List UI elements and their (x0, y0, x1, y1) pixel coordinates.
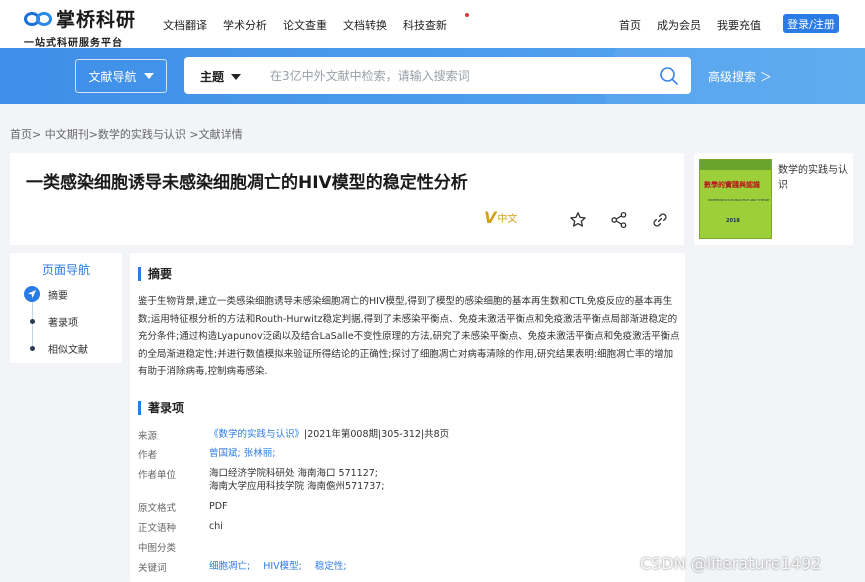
page-nav-item-abstract[interactable]: 摘要 (24, 286, 68, 302)
share-icon[interactable] (610, 211, 628, 229)
recharge-link[interactable]: 我要充值 (717, 17, 761, 33)
meta-value: PDF (209, 501, 228, 512)
nav-active-icon (24, 286, 40, 302)
cover-subtitle: MATHEMATICS IN PRACTICE AND THEORY (708, 198, 770, 202)
brand-slogan: 一站式科研服务平台 (24, 38, 123, 49)
meta-keyword-row: 关键词 细胞凋亡; HIV模型; 稳定性; (138, 560, 357, 574)
cover-band (700, 160, 771, 170)
meta-lang-row: 正文语种 chi (138, 520, 223, 534)
article-title: 一类感染细胞诱导未感染细胞凋亡的HIV模型的稳定性分析 (26, 173, 468, 193)
doc-nav-dropdown[interactable]: 文献导航 (75, 59, 167, 93)
member-link[interactable]: 成为会员 (657, 17, 701, 33)
nav-doc-convert[interactable]: 文档转换 (343, 17, 387, 33)
search-input[interactable] (270, 65, 640, 87)
journal-cover-image[interactable]: 數學的實踐與認識 MATHEMATICS IN PRACTICE AND THE… (699, 159, 772, 239)
cover-title: 數學的實踐與認識 (704, 180, 760, 189)
nav-doc-translate[interactable]: 文档翻译 (163, 17, 207, 33)
search-scope-label: 主题 (200, 70, 225, 84)
meta-author-row: 作者 曾国斌; 张林丽; (138, 447, 275, 461)
journal-card[interactable]: 數學的實踐與認識 MATHEMATICS IN PRACTICE AND THE… (694, 153, 853, 245)
meta-format-row: 原文格式 PDF (138, 500, 228, 514)
cover-year: 2018 (726, 218, 740, 224)
breadcrumb[interactable]: 首页> 中文期刊>数学的实践与认识 >文献详情 (10, 126, 243, 142)
keyword-link[interactable]: 稳定性; (315, 561, 347, 572)
meta-clc-row: 中图分类 (138, 540, 209, 554)
meta-key: 关键词 (138, 563, 167, 574)
link-icon[interactable] (651, 211, 669, 229)
logo-infinity-icon (24, 10, 54, 28)
page-nav-item-record[interactable]: 著录项 (24, 313, 78, 329)
journal-name[interactable]: 数学的实践与认识 (778, 163, 848, 193)
meta-key: 来源 (138, 431, 158, 442)
doc-nav-label: 文献导航 (88, 69, 137, 84)
meta-key: 中图分类 (138, 543, 177, 554)
v-logo-icon: V (484, 208, 497, 227)
meta-value: chi (209, 521, 223, 532)
search-icon[interactable] (659, 66, 679, 86)
article-header-card: 一类感染细胞诱导未感染细胞凋亡的HIV模型的稳定性分析 V 中文 (10, 153, 684, 245)
star-icon[interactable] (569, 211, 587, 229)
caret-down-icon (143, 73, 154, 79)
meta-value: 海口经济学院科研处 海南海口 571127; 海南大学应用科技学院 海南儋州57… (209, 467, 385, 493)
language-label: 中文 (497, 214, 518, 225)
record-heading: 著录项 (138, 399, 184, 416)
meta-key: 作者 (138, 450, 158, 461)
login-button[interactable]: 登录/注册 (783, 14, 839, 33)
brand-name: 掌桥科研 (56, 9, 137, 31)
search-scope-dropdown[interactable]: 主题 (200, 68, 242, 85)
advanced-search-link[interactable]: 高级搜索 ＞ (708, 68, 772, 85)
meta-source-row: 来源 《数学的实践与认识》|2021年第008期|305-312|共8页 (138, 428, 449, 442)
nav-novelty-search-label: 科技查新 (403, 19, 447, 32)
new-dot-icon (465, 13, 469, 17)
meta-value: 《数学的实践与认识》|2021年第008期|305-312|共8页 (209, 428, 449, 442)
page-nav-item-label: 著录项 (48, 317, 78, 329)
search-banner: 文献导航 主题 高级搜索 ＞ (0, 48, 865, 104)
caret-down-icon (231, 73, 242, 80)
page-nav-title: 页面导航 (41, 263, 90, 277)
nav-novelty-search[interactable]: 科技查新 (403, 13, 469, 33)
navigation-arrow-icon (28, 290, 36, 298)
site-logo[interactable]: 掌桥科研 一站式科研服务平台 (24, 5, 136, 49)
nav-dot-icon (24, 313, 40, 329)
author-links[interactable]: 曾国斌; 张林丽; (209, 447, 275, 461)
nav-plagiarism-check[interactable]: 论文查重 (283, 17, 327, 33)
abstract-heading: 摘要 (138, 265, 172, 282)
keyword-list: 细胞凋亡; HIV模型; 稳定性; (209, 560, 357, 574)
main-content: 摘要 鉴于生物背景,建立一类感染细胞诱导未感染细胞凋亡的HIV模型,得到了模型的… (130, 253, 685, 582)
author-unit-2: 海南大学应用科技学院 海南儋州571737; (209, 481, 385, 492)
top-right-links: 首页 成为会员 我要充值 (603, 17, 761, 33)
search-bar: 主题 (184, 57, 691, 94)
site-header: 掌桥科研 一站式科研服务平台 文档翻译 学术分析 论文查重 文档转换 科技查新 … (0, 0, 865, 49)
watermark: CSDN @literature1492 (640, 554, 822, 573)
page-nav-item-similar[interactable]: 相似文献 (24, 340, 88, 356)
keyword-link[interactable]: 细胞凋亡; (209, 561, 250, 572)
nav-academic-analysis[interactable]: 学术分析 (223, 17, 267, 33)
nav-dot-icon (24, 340, 40, 356)
author-unit-1: 海口经济学院科研处 海南海口 571127; (209, 468, 379, 479)
meta-unit-row: 作者单位 海口经济学院科研处 海南海口 571127; 海南大学应用科技学院 海… (138, 467, 385, 493)
meta-key: 作者单位 (138, 470, 177, 481)
abstract-text: 鉴于生物背景,建立一类感染细胞诱导未感染细胞凋亡的HIV模型,得到了模型的感染细… (138, 296, 680, 377)
page-navigation: 页面导航 摘要 著录项 相似文献 (10, 253, 122, 363)
source-journal-link[interactable]: 《数学的实践与认识》 (209, 429, 304, 440)
keyword-link[interactable]: HIV模型; (263, 561, 302, 572)
page-nav-item-label: 相似文献 (48, 344, 88, 356)
top-nav: 文档翻译 学术分析 论文查重 文档转换 科技查新 (163, 13, 479, 33)
language-badge: V 中文 (484, 208, 518, 227)
meta-key: 原文格式 (138, 503, 177, 514)
source-issue-info: |2021年第008期|305-312|共8页 (304, 429, 450, 440)
page-nav-item-label: 摘要 (48, 290, 68, 302)
home-link[interactable]: 首页 (619, 17, 641, 33)
meta-key: 正文语种 (138, 523, 177, 534)
